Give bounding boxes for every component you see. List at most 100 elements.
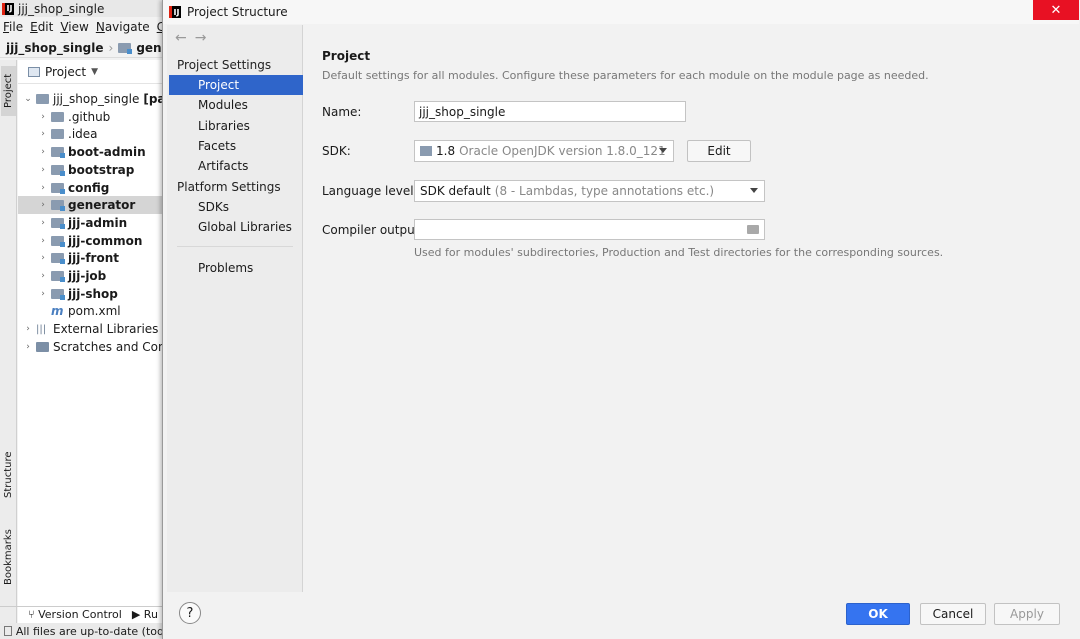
nav-group-platform-settings: Platform Settings <box>177 180 281 194</box>
chevron-right-icon[interactable]: › <box>24 324 32 334</box>
chevron-right-icon[interactable]: › <box>39 183 47 193</box>
tree-item[interactable]: › Scratches and Conso <box>18 338 164 356</box>
chevron-right-icon[interactable]: › <box>39 289 47 299</box>
status-bar: All files are up-to-date (tod <box>0 623 164 639</box>
sdk-select[interactable]: 1.8 Oracle OpenJDK version 1.8.0_121 <box>414 140 674 162</box>
breadcrumb-separator-icon: › <box>108 40 114 55</box>
project-structure-dialog: IJ Project Structure ✕ ←→ Project Settin… <box>162 0 1080 639</box>
chevron-right-icon[interactable]: › <box>39 165 47 175</box>
chevron-right-icon[interactable]: › <box>39 253 47 263</box>
tool-tab-project-label: Project <box>3 73 14 109</box>
chevron-down-icon <box>659 148 667 153</box>
nav-item-project[interactable]: Project <box>169 75 303 95</box>
chevron-right-icon[interactable]: › <box>39 112 47 122</box>
language-level-select[interactable]: SDK default (8 - Lambdas, type annotatio… <box>414 180 765 202</box>
question-icon: ? <box>186 605 194 621</box>
breadcrumb-module[interactable]: generato <box>136 41 164 55</box>
name-input[interactable]: jjj_shop_single <box>414 101 686 122</box>
tree-item-label: bootstrap <box>68 162 135 177</box>
version-control-tab[interactable]: ⑂ Version Control <box>28 608 122 621</box>
project-panel: Project ▼ ⌄jjj_shop_single[pare›.github›… <box>18 60 164 625</box>
nav-back-forward-icon[interactable]: ←→ <box>175 30 214 46</box>
menu-edit[interactable]: Edit <box>30 20 53 34</box>
tree-item[interactable]: › jjj-shop <box>18 285 164 303</box>
menu-file[interactable]: File <box>3 20 23 34</box>
edit-sdk-button[interactable]: Edit <box>687 140 751 162</box>
nav-item-modules[interactable]: Modules <box>169 95 303 115</box>
chevron-down-icon[interactable]: ⌄ <box>24 94 32 104</box>
tree-item[interactable]: › ||| External Libraries <box>18 320 164 338</box>
tree-item-label: pom.xml <box>68 304 121 319</box>
module-folder-icon <box>51 217 65 229</box>
tool-tab-structure-label: Structure <box>3 451 14 499</box>
nav-item-sdks[interactable]: SDKs <box>169 197 303 217</box>
nav-item-facets[interactable]: Facets <box>169 136 303 156</box>
ok-button[interactable]: OK <box>846 603 910 625</box>
folder-icon <box>51 111 64 122</box>
apply-button[interactable]: Apply <box>994 603 1060 625</box>
tree-item-label: config <box>68 180 110 195</box>
maven-icon: m <box>51 304 64 319</box>
chevron-right-icon[interactable]: › <box>39 129 47 139</box>
tree-item[interactable]: ⌄ jjj_shop_single[pare <box>18 90 164 108</box>
tool-tab-structure[interactable]: Structure <box>1 445 16 505</box>
nav-item-artifacts[interactable]: Artifacts <box>169 156 303 176</box>
menu-view[interactable]: View <box>60 20 88 34</box>
nav-item-libraries[interactable]: Libraries <box>169 116 303 136</box>
tree-item[interactable]: › bootstrap <box>18 161 164 179</box>
chevron-right-icon[interactable]: › <box>39 218 47 228</box>
sdk-folder-icon <box>420 146 432 156</box>
help-button[interactable]: ? <box>179 602 201 624</box>
tool-tab-project[interactable]: Project <box>1 66 16 116</box>
chevron-down-icon[interactable]: ▼ <box>91 67 98 77</box>
browse-folder-icon[interactable] <box>747 225 759 234</box>
cancel-button[interactable]: Cancel <box>920 603 986 625</box>
breadcrumb-project[interactable]: jjj_shop_single <box>6 41 104 55</box>
chevron-right-icon[interactable]: › <box>39 200 47 210</box>
dialog-title-bar: IJ Project Structure ✕ <box>163 0 1079 24</box>
tree-item[interactable]: › jjj-front <box>18 249 164 267</box>
scratches-icon <box>36 341 49 352</box>
tree-item-label: External Libraries <box>53 322 159 337</box>
tree-item-label: jjj-front <box>68 251 119 266</box>
language-level-detail: (8 - Lambdas, type annotations etc.) <box>494 184 715 198</box>
dialog-footer: ? OK Cancel Apply <box>163 592 1079 639</box>
tree-item[interactable]: › boot-admin <box>18 143 164 161</box>
tool-tab-bookmarks[interactable]: Bookmarks <box>1 522 16 592</box>
ide-window-title: jjj_shop_single <box>18 1 105 16</box>
module-folder-icon <box>118 42 133 54</box>
tree-item[interactable]: › jjj-job <box>18 267 164 285</box>
project-settings-panel: Project Default settings for all modules… <box>304 25 1079 592</box>
chevron-right-icon[interactable]: › <box>39 147 47 157</box>
tree-item[interactable]: › .idea <box>18 125 164 143</box>
tree-item[interactable]: › jjj-common <box>18 232 164 250</box>
module-folder-icon <box>51 253 65 265</box>
tree-item[interactable]: › generator <box>18 196 164 215</box>
run-tab[interactable]: ▶ Ru <box>132 608 158 621</box>
intellij-logo-icon: IJ <box>169 6 181 18</box>
tree-item-label: Scratches and Conso <box>53 339 164 354</box>
chevron-right-icon[interactable]: › <box>39 271 47 281</box>
module-folder-icon <box>51 200 65 212</box>
close-button[interactable]: ✕ <box>1033 0 1079 20</box>
chevron-right-icon[interactable]: › <box>39 236 47 246</box>
tree-item-label: .github <box>68 109 111 124</box>
chevron-right-icon[interactable]: › <box>24 342 32 352</box>
ide-title-bar: IJ jjj_shop_single <box>0 0 164 17</box>
tree-item[interactable]: m pom.xml <box>18 302 164 320</box>
project-panel-title: Project <box>45 64 87 79</box>
tree-item[interactable]: › config <box>18 179 164 197</box>
project-panel-header[interactable]: Project ▼ <box>18 60 164 84</box>
tree-item-label: jjj-job <box>68 269 107 283</box>
tree-item[interactable]: › jjj-admin <box>18 214 164 232</box>
nav-item-global-libraries[interactable]: Global Libraries <box>169 217 303 237</box>
tree-item-label: .idea <box>68 127 98 142</box>
compiler-output-input[interactable] <box>414 219 765 240</box>
sdk-detail: Oracle OpenJDK version 1.8.0_121 <box>459 144 666 158</box>
nav-item-problems[interactable]: Problems <box>169 258 303 278</box>
menu-navigate[interactable]: Navigate <box>96 20 150 34</box>
status-icon <box>4 626 12 636</box>
tree-item[interactable]: › .github <box>18 108 164 126</box>
left-tool-strip: Project Structure Bookmarks <box>0 60 17 625</box>
tree-item-label: jjj_shop_single <box>53 92 140 106</box>
